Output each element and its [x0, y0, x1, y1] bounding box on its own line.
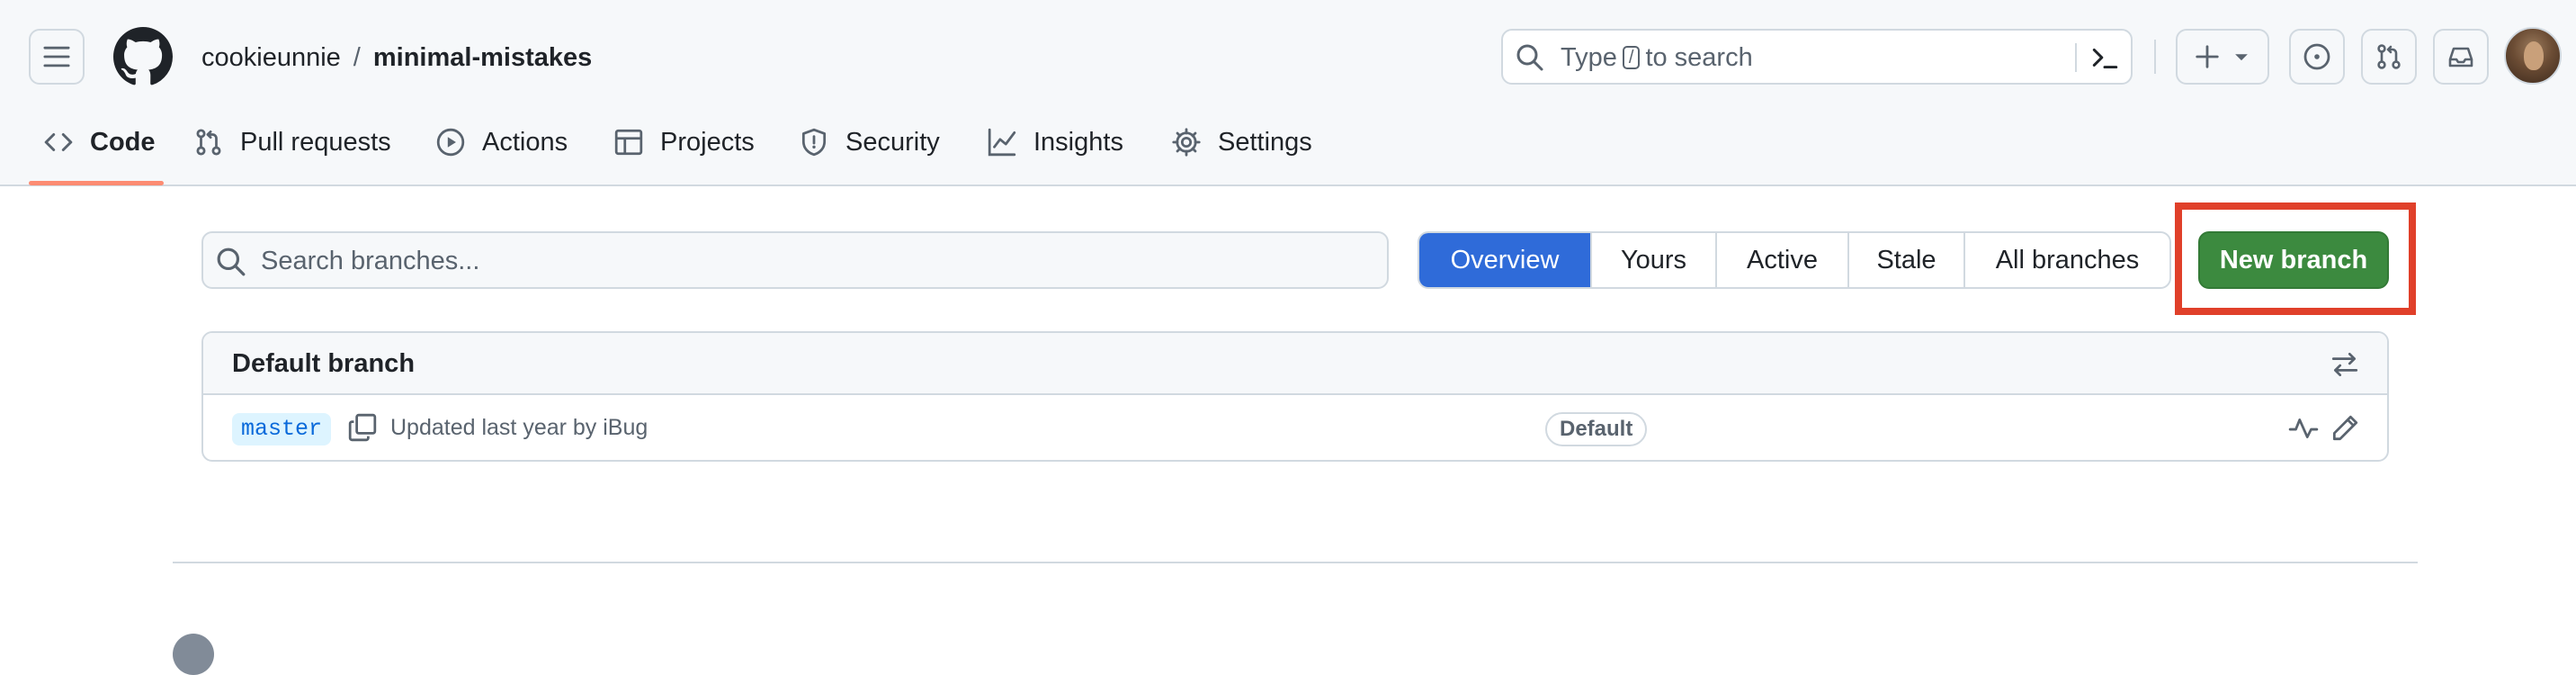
create-new-button[interactable] — [2176, 29, 2269, 85]
repo-owner-link[interactable]: cookieunnie — [201, 43, 341, 72]
tab-pull-requests[interactable]: Pull requests — [193, 122, 391, 162]
search-icon — [217, 248, 246, 276]
search-icon — [1516, 44, 1543, 71]
git-pull-request-icon — [196, 129, 221, 156]
git-pull-request-icon — [2377, 44, 2401, 69]
header-divider — [2154, 40, 2156, 74]
plus-icon — [2196, 45, 2219, 68]
search-hint-suffix: to search — [1645, 43, 1753, 72]
default-branch-panel: Default branch master Updated last year … — [201, 331, 2389, 462]
breadcrumb-separator: / — [353, 43, 361, 72]
footer-github-icon — [173, 634, 214, 675]
inbox-button[interactable] — [2433, 29, 2489, 85]
search-hint: Type / to search — [1561, 40, 1753, 75]
issues-button[interactable] — [2289, 29, 2345, 85]
code-icon — [44, 133, 73, 151]
filter-overview[interactable]: Overview — [1419, 233, 1590, 287]
github-logo-icon[interactable] — [113, 27, 173, 86]
play-icon — [436, 128, 465, 157]
global-search-input[interactable]: Type / to search — [1501, 29, 2133, 85]
default-badge: Default — [1545, 412, 1648, 446]
menu-button[interactable] — [29, 29, 85, 85]
tab-projects[interactable]: Projects — [613, 122, 755, 162]
tab-insights[interactable]: Insights — [987, 122, 1123, 162]
issue-opened-icon — [2303, 43, 2330, 70]
tab-code[interactable]: Code — [43, 122, 156, 162]
tab-actions-label: Actions — [482, 127, 568, 157]
copy-icon[interactable] — [347, 412, 378, 443]
hamburger-icon — [43, 46, 70, 68]
arrow-switch-icon[interactable] — [2330, 349, 2360, 380]
user-avatar[interactable] — [2504, 27, 2562, 85]
branch-search-input[interactable] — [259, 240, 1378, 282]
selected-tab-indicator — [29, 181, 164, 185]
repo-breadcrumb: cookieunnie / minimal-mistakes — [201, 40, 592, 76]
branch-search-field[interactable] — [201, 231, 1389, 289]
tab-security-label: Security — [845, 127, 940, 157]
command-palette-icon[interactable] — [2089, 43, 2120, 74]
inbox-icon — [2448, 47, 2473, 68]
repo-name-link[interactable]: minimal-mistakes — [373, 43, 592, 72]
gear-icon — [1172, 128, 1201, 157]
new-branch-button[interactable]: New branch — [2198, 231, 2389, 289]
section-title: Default branch — [232, 349, 416, 378]
tab-settings-label: Settings — [1218, 127, 1312, 157]
avatar-face — [2524, 41, 2544, 70]
default-branch-header: Default branch — [203, 333, 2387, 395]
app-header: cookieunnie / minimal-mistakes Type / to sea… — [0, 0, 2576, 186]
filter-active[interactable]: Active — [1715, 233, 1847, 287]
triangle-down-icon — [2235, 54, 2248, 61]
tab-insights-label: Insights — [1033, 127, 1123, 157]
tab-security[interactable]: Security — [799, 122, 940, 162]
filter-all-branches[interactable]: All branches — [1963, 233, 2169, 287]
shield-icon — [801, 128, 827, 157]
pencil-icon[interactable] — [2330, 413, 2360, 444]
tab-actions[interactable]: Actions — [435, 122, 568, 162]
pull-requests-button[interactable] — [2361, 29, 2417, 85]
tab-pull-requests-label: Pull requests — [240, 127, 391, 157]
filter-stale[interactable]: Stale — [1847, 233, 1963, 287]
pulse-icon[interactable] — [2288, 413, 2319, 444]
tab-settings[interactable]: Settings — [1171, 122, 1312, 162]
branch-filter-tabs: Overview Yours Active Stale All branches — [1418, 231, 2171, 289]
branch-row: master Updated last year by iBug Default — [203, 395, 2387, 460]
slash-key-hint: / — [1622, 46, 1641, 69]
table-icon — [614, 129, 643, 156]
search-hint-prefix: Type — [1561, 43, 1617, 72]
tab-code-label: Code — [90, 127, 156, 157]
search-divider — [2075, 43, 2077, 72]
branch-name-link[interactable]: master — [232, 413, 332, 446]
graph-icon — [988, 128, 1016, 157]
filter-yours[interactable]: Yours — [1590, 233, 1715, 287]
footer-divider — [173, 562, 2418, 563]
branch-updated-text: Updated last year by iBug — [390, 415, 648, 440]
tab-projects-label: Projects — [660, 127, 755, 157]
